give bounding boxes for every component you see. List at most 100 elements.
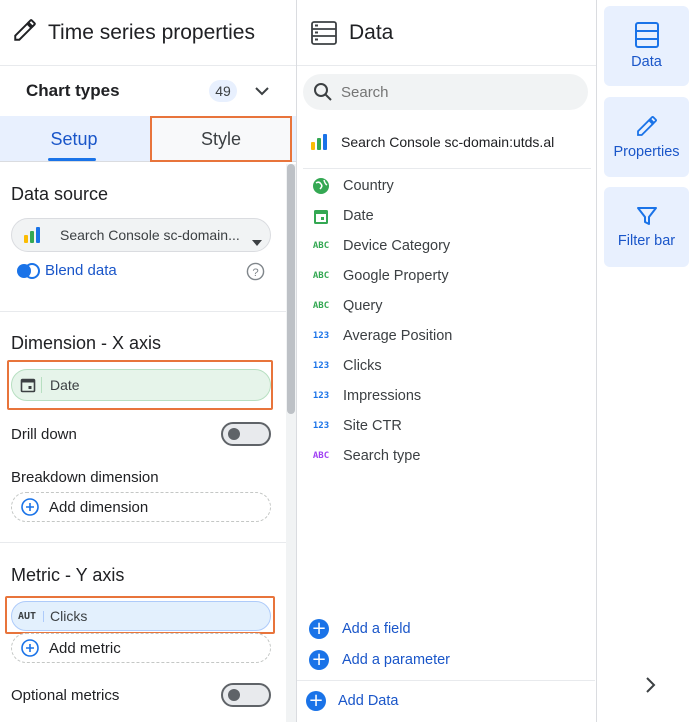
- field-label: Device Category: [343, 238, 451, 254]
- data-title: Data: [349, 20, 394, 44]
- number-type-icon: 123: [312, 331, 330, 341]
- field-label: Average Position: [343, 328, 453, 344]
- field-item[interactable]: ABC Query: [311, 296, 383, 316]
- add-circle-icon: +: [306, 691, 326, 711]
- chevron-down-icon[interactable]: [254, 84, 270, 102]
- metric-title: Metric - Y axis: [11, 565, 125, 585]
- rail-properties-button[interactable]: Properties: [604, 97, 689, 177]
- data-source-select[interactable]: Search Console sc-domain...: [11, 218, 271, 252]
- add-circle-icon: [21, 498, 39, 516]
- rail-filter-bar-label: Filter bar: [617, 233, 676, 249]
- help-icon[interactable]: ?: [246, 262, 265, 286]
- field-label: Site CTR: [343, 418, 402, 434]
- tab-setup-label: Setup: [50, 128, 98, 149]
- add-parameter-button[interactable]: + Add a parameter: [309, 650, 450, 670]
- chevron-right-icon[interactable]: [644, 676, 656, 699]
- add-parameter-label: Add a parameter: [342, 652, 451, 668]
- add-metric-label: Add metric: [49, 639, 121, 657]
- rail-data-button[interactable]: Data: [604, 6, 689, 86]
- add-dimension-button[interactable]: Add dimension: [11, 492, 271, 522]
- data-header: Data: [297, 0, 596, 66]
- rail-properties-label: Properties: [613, 144, 680, 160]
- text-type-icon: ABC: [312, 301, 330, 311]
- field-item[interactable]: Country: [311, 176, 394, 196]
- rail-data-label: Data: [631, 54, 662, 70]
- tab-setup[interactable]: Setup: [0, 116, 148, 162]
- search-input[interactable]: [341, 83, 561, 101]
- properties-header: Time series properties: [0, 0, 296, 66]
- tab-style[interactable]: Style: [150, 116, 292, 162]
- blend-data-link[interactable]: Blend data: [16, 262, 117, 279]
- optional-metrics-toggle[interactable]: [221, 683, 271, 707]
- search-console-icon: [309, 132, 329, 152]
- field-label: Country: [343, 178, 394, 194]
- svg-text:?: ?: [252, 267, 258, 279]
- field-item[interactable]: 123 Impressions: [311, 386, 421, 406]
- calendar-icon: [311, 208, 331, 225]
- number-type-icon: 123: [312, 421, 330, 431]
- metric-value: Clicks: [50, 608, 88, 624]
- add-circle-icon: +: [309, 619, 329, 639]
- field-label: Google Property: [343, 268, 449, 284]
- chart-types-selector[interactable]: Chart types 49: [0, 66, 296, 116]
- aggregation-badge: AUT: [18, 610, 44, 622]
- pencil-icon: [635, 114, 659, 138]
- blend-data-label: Blend data: [45, 262, 117, 279]
- scrollbar-thumb[interactable]: [287, 164, 295, 414]
- data-source-row[interactable]: Search Console sc-domain:utds.al: [309, 132, 554, 152]
- scrollbar[interactable]: [286, 164, 296, 722]
- blend-icon: [16, 262, 40, 279]
- field-label: Clicks: [343, 358, 382, 374]
- field-label: Search type: [343, 448, 421, 464]
- dimension-title: Dimension - X axis: [11, 333, 162, 353]
- field-label: Query: [343, 298, 383, 314]
- divider: [0, 311, 286, 312]
- add-metric-button[interactable]: Add metric: [11, 633, 271, 663]
- number-type-icon: 123: [312, 391, 330, 401]
- data-source-value: Search Console sc-domain...: [60, 227, 240, 243]
- add-dimension-label: Add dimension: [49, 498, 149, 516]
- tab-bar: Setup Style: [0, 116, 296, 162]
- optional-metrics-label: Optional metrics: [11, 687, 120, 704]
- search-icon: [313, 82, 333, 102]
- field-label: Impressions: [343, 388, 422, 404]
- add-data-button[interactable]: + Add Data: [306, 691, 398, 711]
- field-item[interactable]: ABC Device Category: [311, 236, 450, 256]
- field-item[interactable]: ABC Search type: [311, 446, 421, 466]
- field-item[interactable]: 123 Site CTR: [311, 416, 402, 436]
- dimension-chip-date[interactable]: Date: [11, 369, 271, 401]
- field-item[interactable]: Date: [311, 206, 374, 226]
- pencil-icon: [12, 17, 38, 48]
- drill-down-toggle[interactable]: [221, 422, 271, 446]
- chart-types-count: 49: [209, 80, 237, 102]
- add-field-label: Add a field: [342, 621, 411, 637]
- field-item[interactable]: ABC Google Property: [311, 266, 449, 286]
- text-type-icon: ABC: [312, 271, 330, 281]
- drill-down-label: Drill down: [11, 426, 77, 443]
- caret-down-icon: [252, 233, 262, 249]
- data-panel: Data Search Console sc-domain:utds.al Co…: [297, 0, 597, 722]
- rail-filter-bar-button[interactable]: Filter bar: [604, 187, 689, 267]
- calendar-icon: [18, 377, 42, 393]
- metric-chip-clicks[interactable]: AUT Clicks: [11, 601, 271, 631]
- search-console-icon: [22, 225, 42, 245]
- database-icon: [634, 22, 659, 48]
- field-label: Date: [343, 208, 374, 224]
- field-item[interactable]: 123 Average Position: [311, 326, 453, 346]
- text-type-icon: ABC: [312, 241, 330, 251]
- data-source-name: Search Console sc-domain:utds.al: [341, 134, 555, 150]
- field-search[interactable]: [303, 74, 588, 110]
- add-field-button[interactable]: + Add a field: [309, 619, 411, 639]
- breakdown-dimension-title: Breakdown dimension: [11, 469, 159, 486]
- filter-icon: [636, 205, 658, 227]
- database-icon: [311, 20, 337, 45]
- field-item[interactable]: 123 Clicks: [311, 356, 382, 376]
- divider: [0, 542, 286, 543]
- data-source-title: Data source: [11, 184, 109, 204]
- add-circle-icon: [21, 639, 39, 657]
- toggle-knob: [228, 428, 240, 440]
- toggle-knob: [228, 689, 240, 701]
- side-rail: Data Properties Filter bar: [598, 0, 696, 722]
- text-type-icon: ABC: [312, 451, 330, 461]
- panel-title: Time series properties: [48, 20, 255, 44]
